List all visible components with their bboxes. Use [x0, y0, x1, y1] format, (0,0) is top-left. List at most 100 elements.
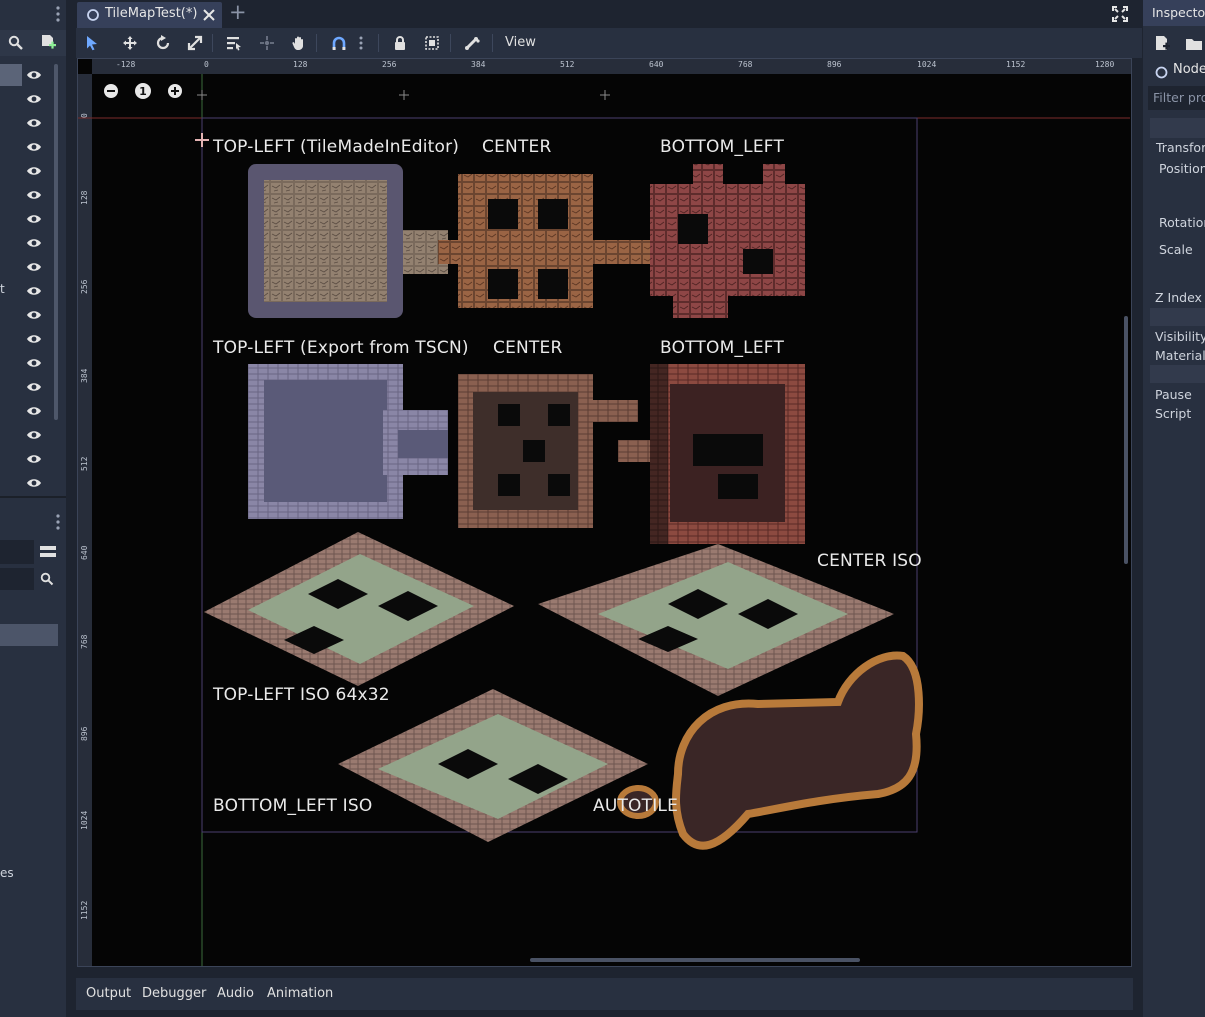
search-icon[interactable] — [8, 35, 24, 51]
visibility-eye-icon[interactable] — [26, 453, 42, 465]
zoom-out-icon[interactable] — [103, 83, 119, 99]
inspector-position[interactable]: Position — [1159, 161, 1205, 176]
visibility-eye-icon[interactable] — [26, 189, 42, 201]
move-tool-icon[interactable] — [118, 32, 142, 54]
ruler-label: 1024 — [917, 60, 937, 69]
dock-divider — [0, 496, 66, 498]
tree-scrollbar[interactable] — [54, 64, 58, 420]
visibility-eye-icon[interactable] — [26, 165, 42, 177]
ruler-label: 1152 — [1006, 60, 1026, 69]
viewport-horizontal-scrollbar[interactable] — [530, 958, 860, 962]
scale-tool-icon[interactable] — [183, 32, 207, 54]
ruler-label: 512 — [560, 60, 575, 69]
label-bottom-left-iso: BOTTOM_LEFT ISO — [213, 796, 373, 816]
tilemap-top-left-editor — [248, 164, 448, 318]
close-tab-icon[interactable] — [202, 7, 216, 21]
visibility-eye-icon[interactable] — [26, 261, 42, 273]
visibility-eye-icon[interactable] — [26, 477, 42, 489]
zoom-reset-label: 1 — [139, 84, 147, 98]
left-dock-label-fragment-2: es — [0, 866, 14, 880]
tilemap-scene[interactable] — [78, 74, 1130, 966]
visibility-eye-icon[interactable] — [26, 93, 42, 105]
visibility-eye-icon[interactable] — [26, 285, 42, 297]
label-center-2: CENTER — [493, 338, 563, 358]
tilemap-center-1 — [438, 174, 658, 308]
origin-marker — [195, 133, 209, 147]
inspector-category-row[interactable] — [1150, 118, 1205, 138]
inspector-title: Inspecto — [1152, 5, 1205, 20]
zoom-in-icon[interactable] — [167, 83, 183, 99]
visibility-eye-icon[interactable] — [26, 357, 42, 369]
label-top-left-export: TOP-LEFT (Export from TSCN) — [213, 338, 469, 358]
path-field[interactable] — [0, 540, 34, 564]
canvas-toolbar: View — [76, 28, 1142, 58]
tab-audio[interactable]: Audio — [217, 986, 254, 1001]
snap-magnet-icon[interactable] — [327, 32, 351, 54]
inspector-rotation[interactable]: Rotation — [1159, 215, 1205, 230]
list-select-icon[interactable] — [222, 32, 246, 54]
selected-file-row[interactable] — [0, 624, 58, 646]
ruler-label: 640 — [649, 60, 664, 69]
selected-node-row[interactable] — [0, 64, 22, 86]
viewport-vertical-scrollbar[interactable] — [1124, 316, 1128, 564]
label-center-1: CENTER — [482, 137, 552, 157]
visibility-eye-icon[interactable] — [26, 309, 42, 321]
ruler-label: -128 — [116, 60, 136, 69]
new-resource-icon[interactable] — [1154, 35, 1170, 51]
lock-icon[interactable] — [388, 32, 412, 54]
inspector-transform[interactable]: Transfor — [1156, 140, 1205, 155]
tab-animation[interactable]: Animation — [267, 986, 333, 1001]
visibility-eye-icon[interactable] — [26, 69, 42, 81]
inspector-scale[interactable]: Scale — [1159, 242, 1193, 257]
dock-menu-icon-2[interactable] — [54, 512, 62, 532]
add-tab-button[interactable]: + — [229, 0, 247, 24]
visibility-eye-icon[interactable] — [26, 237, 42, 249]
ruler-label: 896 — [827, 60, 842, 69]
inspector-pause[interactable]: Pause — [1155, 387, 1192, 402]
label-bottom-left-1: BOTTOM_LEFT — [660, 137, 785, 157]
inspector-node-name[interactable]: Node — [1173, 62, 1205, 77]
add-script-icon[interactable] — [40, 34, 56, 51]
inspector-category-row-3[interactable] — [1150, 365, 1205, 383]
select-tool-icon[interactable] — [80, 32, 104, 54]
visibility-eye-icon[interactable] — [26, 213, 42, 225]
pivot-tool-icon[interactable] — [255, 32, 279, 54]
filesystem-search-input[interactable] — [0, 568, 34, 590]
visibility-eye-icon[interactable] — [26, 405, 42, 417]
inspector-z-index[interactable]: Z Index — [1155, 290, 1202, 305]
visibility-eye-icon[interactable] — [26, 141, 42, 153]
skeleton-bone-icon[interactable] — [460, 32, 484, 54]
inspector-filter-input[interactable]: Filter pro — [1148, 86, 1205, 110]
node-circle-icon — [1155, 64, 1168, 79]
inspector-visibility[interactable]: Visibility — [1155, 329, 1205, 344]
distraction-free-icon[interactable] — [1112, 6, 1128, 22]
snap-options-icon[interactable] — [354, 32, 368, 54]
open-folder-icon[interactable] — [1185, 36, 1203, 50]
zoom-reset-button[interactable]: 1 — [135, 83, 151, 99]
label-bottom-left-2: BOTTOM_LEFT — [660, 338, 785, 358]
filesystem-search-icon[interactable] — [40, 571, 54, 586]
view-menu[interactable]: View — [505, 35, 536, 50]
group-icon[interactable] — [420, 32, 444, 54]
list-view-icon[interactable] — [39, 544, 57, 560]
inspector-script[interactable]: Script — [1155, 406, 1191, 421]
visibility-eye-icon[interactable] — [26, 117, 42, 129]
tilemap-autotile — [617, 651, 923, 850]
ruler-label: 0 — [204, 60, 209, 69]
inspector-material[interactable]: Material — [1155, 348, 1205, 363]
tab-output[interactable]: Output — [86, 986, 131, 1001]
visibility-eye-icon[interactable] — [26, 429, 42, 441]
pan-tool-icon[interactable] — [287, 32, 311, 54]
left-dock-label-fragment: t — [0, 282, 5, 296]
visibility-eye-icon[interactable] — [26, 381, 42, 393]
visibility-eye-icon[interactable] — [26, 333, 42, 345]
tilemap-center-2 — [458, 374, 650, 528]
rotate-tool-icon[interactable] — [151, 32, 175, 54]
inspector-category-row-2[interactable] — [1150, 308, 1205, 326]
ruler-label: 128 — [293, 60, 308, 69]
tab-debugger[interactable]: Debugger — [142, 986, 206, 1001]
dock-menu-icon[interactable] — [54, 4, 62, 24]
tilemap-bottom-left-2 — [650, 364, 805, 544]
tilemap-bottom-left-1 — [650, 164, 805, 318]
label-center-iso: CENTER ISO — [817, 551, 922, 571]
